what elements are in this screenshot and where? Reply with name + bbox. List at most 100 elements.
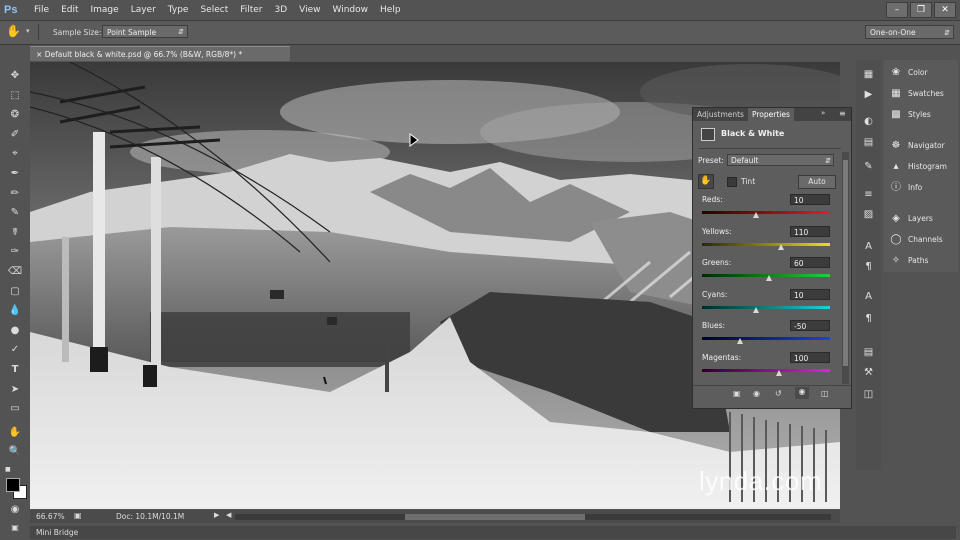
brush-panel-icon[interactable]: ≡ [861, 188, 876, 202]
panel-styles[interactable]: ▩ Styles [890, 108, 930, 122]
clip-to-layer-icon[interactable]: ▣ [733, 389, 741, 398]
slider-value-field[interactable]: 10 [790, 288, 830, 300]
tab-adjustments[interactable]: Adjustments [693, 108, 748, 121]
move-tool-icon[interactable]: ✥ [7, 69, 23, 83]
blur-tool-icon[interactable]: 💧 [7, 304, 23, 318]
eyedropper-tool-icon[interactable]: ✒ [7, 167, 23, 181]
tab-properties[interactable]: Properties [748, 108, 794, 121]
actions-icon[interactable]: ▶ [861, 88, 876, 102]
screen-mode-icon[interactable]: ▣ [7, 521, 23, 535]
notes-icon[interactable]: ▤ [861, 346, 876, 360]
slider-track[interactable] [702, 305, 830, 309]
trash-icon[interactable]: ◫ [821, 389, 829, 398]
menu-layer[interactable]: Layer [125, 0, 162, 20]
panel-color[interactable]: ❀ Color [890, 66, 928, 80]
slider-thumb[interactable] [778, 243, 785, 250]
panel-scrollbar-thumb[interactable] [843, 160, 848, 366]
gradient-tool-icon[interactable]: ▢ [7, 285, 23, 299]
zoom-tool-icon[interactable]: 🔍 [7, 445, 23, 459]
sample-size-select[interactable]: Point Sample ⇵ [102, 25, 188, 38]
panel-channels[interactable]: ◯ Channels [890, 233, 942, 247]
hand-tool-preset-icon[interactable]: ✋ [6, 24, 21, 38]
status-menu-arrow-icon[interactable]: ▶ [214, 511, 219, 519]
panel-paths[interactable]: ✧ Paths [890, 254, 929, 268]
mini-bridge-bar[interactable]: Mini Bridge [30, 526, 956, 539]
tint-checkbox[interactable] [727, 177, 737, 187]
slider-thumb[interactable] [765, 275, 772, 281]
rectangle-tool-icon[interactable]: ▭ [7, 402, 23, 416]
properties-icon[interactable]: ▤ [861, 136, 876, 150]
chevron-down-icon[interactable]: ▾ [26, 27, 30, 35]
menu-window[interactable]: Window [327, 0, 375, 20]
menu-3d[interactable]: 3D [269, 0, 294, 20]
preset-select[interactable]: Default ⇵ [727, 154, 834, 166]
hand-tool-icon[interactable]: ✋ [7, 426, 23, 440]
brush-tool-icon[interactable]: ✎ [7, 206, 23, 220]
panel-histogram[interactable]: ▴ Histogram [890, 160, 946, 174]
slider-thumb[interactable] [752, 306, 759, 313]
path-selection-tool-icon[interactable]: ➤ [7, 383, 23, 397]
slider-value-field[interactable]: 10 [790, 194, 830, 205]
clone-source-icon[interactable]: ▨ [861, 208, 876, 222]
slider-track[interactable] [702, 337, 830, 340]
crop-tool-icon[interactable]: ⌖ [7, 147, 23, 161]
slider-track[interactable] [702, 211, 830, 214]
slider-value-field[interactable]: 100 [790, 351, 830, 363]
scroll-left-icon[interactable]: ◀ [226, 511, 231, 519]
menu-file[interactable]: File [28, 0, 55, 20]
lasso-tool-icon[interactable]: ❂ [7, 108, 23, 122]
character-icon[interactable]: A [861, 240, 876, 254]
menu-help[interactable]: Help [374, 0, 407, 20]
slider-thumb[interactable] [737, 338, 744, 344]
slider-value-field[interactable]: 110 [790, 225, 830, 237]
menu-image[interactable]: Image [85, 0, 125, 20]
workspace-switcher[interactable]: One-on-One ⇵ [865, 25, 954, 39]
auto-button[interactable]: Auto [798, 175, 836, 189]
panel-scrollbar[interactable] [842, 152, 849, 384]
panel-menu-icon[interactable]: ≡ [839, 109, 846, 118]
healing-brush-tool-icon[interactable]: ✏ [7, 187, 23, 201]
collapse-panel-icon[interactable]: » [821, 109, 825, 117]
horizontal-scrollbar[interactable] [235, 514, 831, 520]
dodge-tool-icon[interactable]: ● [7, 324, 23, 338]
type-tool-icon[interactable]: T [7, 363, 23, 377]
quick-mask-icon[interactable]: ◉ [7, 503, 23, 517]
brush-presets-icon[interactable]: ✎ [861, 160, 876, 174]
slider-value-field[interactable]: -50 [790, 320, 830, 331]
scrollbar-thumb[interactable] [405, 514, 585, 520]
export-icon[interactable]: ▣ [74, 511, 82, 520]
panel-navigator[interactable]: ☸ Navigator [890, 139, 945, 153]
quick-select-tool-icon[interactable]: ✐ [7, 128, 23, 142]
restore-button[interactable]: ❐ [910, 2, 932, 18]
doc-size-info[interactable]: Doc: 10.1M/10.1M [116, 512, 184, 521]
paragraph-styles-icon[interactable]: ¶ [861, 312, 876, 326]
clone-stamp-tool-icon[interactable]: ☤ [7, 226, 23, 240]
close-icon[interactable]: × [36, 50, 42, 59]
panel-info[interactable]: ⓘ Info [890, 181, 922, 195]
paragraph-icon[interactable]: ¶ [861, 260, 876, 274]
slider-track[interactable] [702, 242, 830, 246]
panel-swatches[interactable]: ▦ Swatches [890, 87, 944, 101]
view-previous-icon[interactable]: ◉ [753, 389, 760, 398]
tool-presets-icon[interactable]: ⚒ [861, 366, 876, 380]
document-tab[interactable]: × Default black & white.psd @ 66.7% (B&W… [30, 46, 290, 61]
history-icon[interactable]: ▦ [861, 68, 876, 82]
default-colors-icon[interactable]: ■ [5, 466, 11, 473]
slider-track[interactable] [702, 368, 830, 372]
menu-filter[interactable]: Filter [234, 0, 268, 20]
close-button[interactable]: ✕ [934, 2, 956, 18]
slider-thumb[interactable] [752, 212, 759, 218]
adjustments-icon[interactable]: ◐ [861, 115, 876, 129]
menu-type[interactable]: Type [162, 0, 195, 20]
eraser-tool-icon[interactable]: ⌫ [7, 265, 23, 279]
menu-edit[interactable]: Edit [55, 0, 84, 20]
history-brush-tool-icon[interactable]: ✑ [7, 245, 23, 259]
visibility-eye-icon[interactable]: ◉ [795, 387, 809, 399]
pen-tool-icon[interactable]: ✓ [7, 343, 23, 357]
layer-comps-icon[interactable]: ◫ [861, 388, 876, 402]
slider-value-field[interactable]: 60 [790, 257, 830, 268]
character-styles-icon[interactable]: A [861, 290, 876, 304]
panel-layers[interactable]: ◈ Layers [890, 212, 933, 226]
foreground-color-swatch[interactable] [6, 478, 20, 492]
targeted-adjustment-hand-icon[interactable]: ✋ [698, 174, 714, 189]
